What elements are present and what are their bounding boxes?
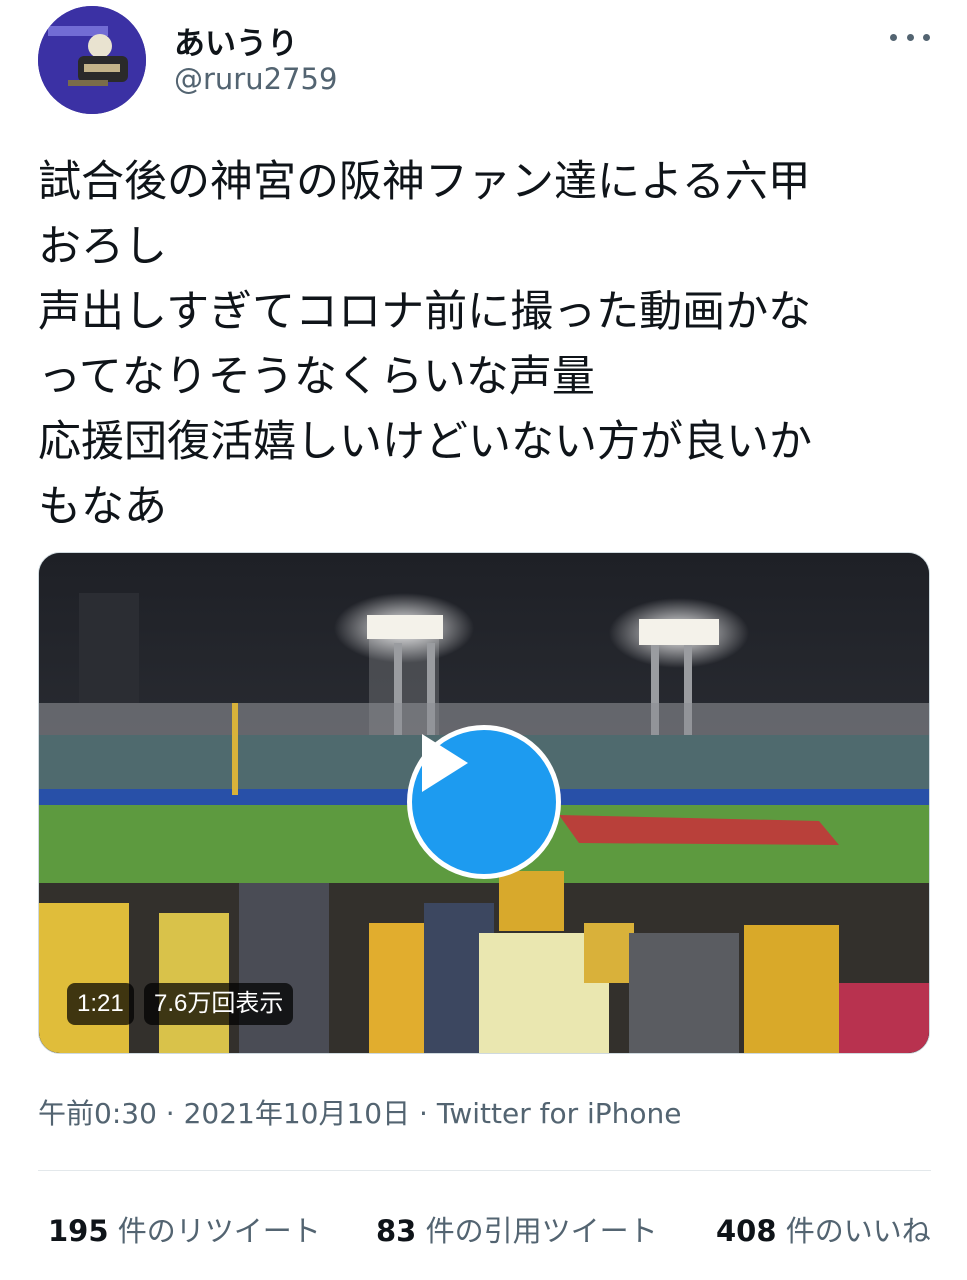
likes-label: 件のいいね <box>776 1214 931 1248</box>
play-icon <box>422 734 468 792</box>
more-horizontal-icon[interactable] <box>890 22 930 52</box>
tweet-source[interactable]: Twitter for iPhone <box>437 1097 682 1130</box>
play-button[interactable] <box>407 725 561 879</box>
tweet-line: 試合後の神宮の阪神ファン達による六甲 <box>38 157 811 207</box>
quote-tweets-stat[interactable]: 83 件の引用ツイート <box>376 1208 658 1250</box>
author-handle[interactable]: @ruru2759 <box>174 62 337 96</box>
tweet-timestamp: 午前0:30 · 2021年10月10日 · Twitter for iPhon… <box>38 1092 682 1132</box>
tweet-line: ってなりそうなくらいな声量 <box>38 352 595 402</box>
tweet-line: 声出しすぎてコロナ前に撮った動画かな <box>38 287 812 337</box>
video-view-count: 7.6万回表示 <box>144 983 294 1025</box>
tweet-text: 試合後の神宮の阪神ファン達による六甲 おろし 声出しすぎてコロナ前に撮った動画か… <box>38 150 938 540</box>
likes-count: 408 <box>716 1214 777 1248</box>
separator: · <box>419 1097 428 1130</box>
video-player[interactable]: 1:21 7.6万回表示 <box>38 552 930 1054</box>
quotes-count: 83 <box>376 1214 417 1248</box>
tweet-line: 応援団復活嬉しいけどいない方が良いか <box>38 417 812 467</box>
tweet-line: おろし <box>38 222 167 272</box>
video-duration: 1:21 <box>67 983 134 1025</box>
likes-stat[interactable]: 408 件のいいね <box>716 1208 931 1250</box>
tweet-line: もなあ <box>38 482 167 532</box>
retweets-count: 195 <box>48 1214 109 1248</box>
quotes-label: 件の引用ツイート <box>416 1214 658 1248</box>
divider <box>38 1170 931 1171</box>
author-display-name[interactable]: あいうり <box>174 18 298 63</box>
separator: · <box>165 1097 175 1130</box>
avatar[interactable] <box>38 6 146 114</box>
tweet-time[interactable]: 午前0:30 <box>38 1097 157 1130</box>
tweet-date[interactable]: 2021年10月10日 <box>184 1097 411 1130</box>
retweets-stat[interactable]: 195 件のリツイート <box>48 1208 321 1250</box>
retweets-label: 件のリツイート <box>108 1214 321 1248</box>
